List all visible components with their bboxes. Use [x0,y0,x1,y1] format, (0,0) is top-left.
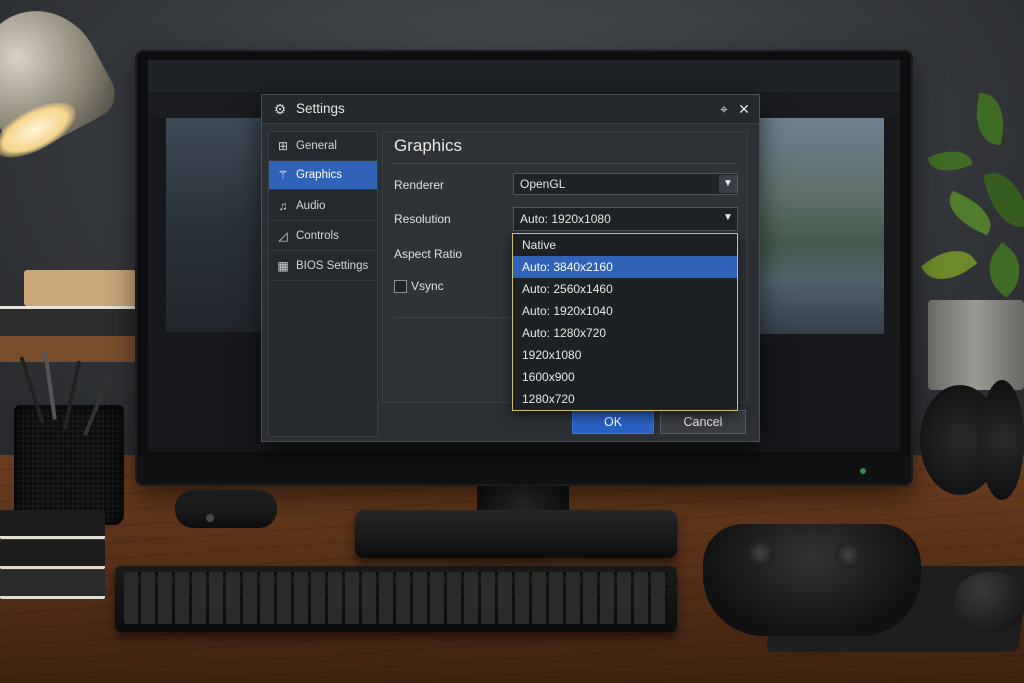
settings-sidebar: ⊞ General ⚚ Graphics ♫ Audio ◿ Controls … [268,131,378,437]
vsync-checkbox[interactable] [394,280,407,293]
book-stack [24,270,136,306]
resolution-select[interactable]: Auto: 1920x1080 ▼ [513,207,738,231]
resolution-dropdown-list: Native Auto: 3840x2160 Auto: 2560x1460 A… [512,233,738,411]
section-title: Graphics [394,136,463,155]
grid-icon: ⊞ [277,139,289,153]
dropdown-option-highlighted[interactable]: Auto: 3840x2160 [513,256,737,278]
renderer-select[interactable]: OpenGL ▼ [513,173,738,195]
speaker-puck [175,490,277,528]
dialog-title: Settings [296,101,345,116]
gamepad-stick [748,540,774,566]
sidebar-item-label: BIOS Settings [296,260,369,272]
keyboard-keys [124,572,668,624]
sidebar-item-general[interactable]: ⊞ General [269,132,377,161]
notebook-stack [0,510,105,610]
dropdown-option[interactable]: Auto: 2560x1460 [513,278,737,300]
dropdown-option[interactable]: Auto: 1280x720 [513,322,737,344]
bios-icon: ▦ [277,259,289,273]
renderer-label: Renderer [394,178,445,192]
gamepad-stick [835,542,861,568]
plant-pot [928,300,1024,390]
power-led [860,468,866,474]
chevron-down-icon: ▼ [719,175,737,193]
cancel-button[interactable]: Cancel [660,410,746,434]
sidebar-item-graphics[interactable]: ⚚ Graphics [269,161,377,190]
resolution-label: Resolution [394,212,451,226]
dropdown-option[interactable]: Native [513,234,737,256]
controls-icon: ◿ [278,229,288,243]
ok-button[interactable]: OK [572,410,654,434]
audio-icon: ♫ [278,199,288,213]
vsync-label: Vsync [411,279,444,293]
dropdown-option[interactable]: 1920x1080 [513,344,737,366]
sidebar-item-bios-settings[interactable]: ▦ BIOS Settings [269,252,377,281]
mouse [954,572,1024,632]
monitor-stand-base [355,510,677,558]
sidebar-item-label: Graphics [296,169,343,181]
monitor-chin [137,456,911,484]
sidebar-item-label: Audio [296,200,326,212]
dropdown-option[interactable]: Auto: 1920x1040 [513,300,737,322]
dropdown-option[interactable]: 1280x720 [513,388,737,410]
book-stack [0,306,136,339]
sidebar-item-audio[interactable]: ♫ Audio [269,192,377,221]
headphones [980,380,1024,500]
chevron-down-icon: ▼ [723,212,733,223]
background-game-preview [758,118,884,334]
sidebar-item-label: Controls [296,230,339,242]
sidebar-item-controls[interactable]: ◿ Controls [269,222,377,251]
dropdown-option[interactable]: 1600x900 [513,366,737,388]
divider [393,163,737,164]
dialog-titlebar[interactable]: ⚙ Settings ⌖ ✕ [262,95,759,124]
aspect-ratio-label: Aspect Ratio [394,247,463,261]
speaker-light [206,514,214,522]
sidebar-item-label: General [296,140,337,152]
pin-icon[interactable]: ⌖ [714,99,734,119]
graphics-icon: ⚚ [277,168,289,182]
renderer-value: OpenGL [520,177,566,191]
resolution-value: Auto: 1920x1080 [520,212,611,226]
background-app-titlebar [148,60,900,92]
settings-gear-icon: ⚙ [273,101,287,117]
gamepad [703,524,921,636]
pen-holder [14,405,124,525]
close-icon[interactable]: ✕ [734,99,754,119]
